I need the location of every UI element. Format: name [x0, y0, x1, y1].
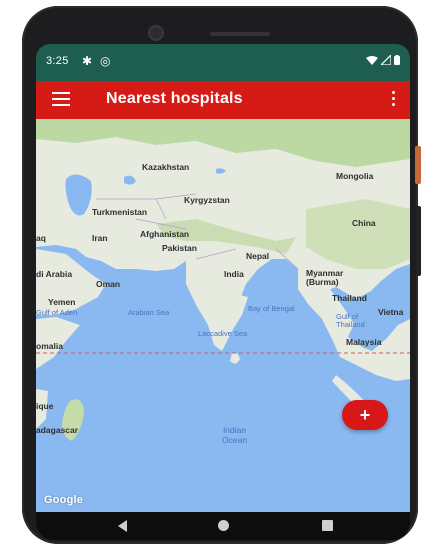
map-label-kazakhstan: Kazakhstan	[142, 162, 190, 172]
map-label-vietnam: Vietna	[378, 307, 404, 317]
map-label-gulf-of-aden: Gulf of Aden	[36, 308, 78, 317]
screen: 3:25 ✱ ◎ Nearest hospitals Kazakhstan Mo…	[0, 0, 431, 547]
map-label-thailand: Thailand	[332, 293, 367, 303]
map-label-laccadive-sea: Laccadive Sea	[198, 329, 248, 338]
google-attribution-logo[interactable]: Google	[44, 494, 83, 506]
recents-square-icon[interactable]	[322, 520, 333, 531]
phone-display: 3:25 ✱ ◎ Nearest hospitals Kazakhstan Mo…	[36, 44, 410, 512]
map-label-bay-of-bengal: Bay of Bengal	[248, 304, 295, 313]
volume-button	[416, 206, 421, 276]
map-label-arabian-sea: Arabian Sea	[128, 308, 170, 317]
status-bar: 3:25 ✱ ◎	[36, 44, 410, 81]
map-label-afghanistan: Afghanistan	[140, 229, 190, 239]
status-time: 3:25	[46, 55, 69, 67]
map-label-mongolia: Mongolia	[336, 171, 374, 181]
map-view[interactable]: Kazakhstan Mongolia Kyrgyzstan Turkmenis…	[36, 119, 410, 512]
map-label-iran: Iran	[92, 233, 108, 243]
land-sri-lanka	[230, 352, 240, 364]
map-label-turkmenistan: Turkmenistan	[92, 207, 148, 217]
map-label-somalia: omalia	[36, 341, 63, 351]
map-label-oman: Oman	[96, 279, 121, 289]
map-label-saudi-arabia: di Arabia	[36, 269, 73, 279]
map-label-iraq: aq	[36, 233, 46, 243]
add-hospital-fab[interactable]: +	[342, 400, 388, 430]
map-label-china: China	[352, 218, 376, 228]
map-label-myanmar: Myanmar (Burma)	[306, 268, 344, 287]
gear-icon: ✱	[82, 54, 93, 68]
map-label-malaysia: Malaysia	[346, 337, 382, 347]
map-label-india: India	[224, 269, 244, 279]
power-button	[415, 146, 421, 184]
front-camera	[150, 27, 162, 39]
circle-at-icon: ◎	[100, 54, 111, 68]
map-label-kyrgyzstan: Kyrgyzstan	[184, 195, 230, 205]
page-title: Nearest hospitals	[106, 90, 243, 107]
battery-icon	[394, 55, 400, 65]
earpiece-speaker	[210, 32, 270, 36]
hamburger-menu-icon[interactable]	[52, 92, 70, 108]
system-navigation-bar	[36, 512, 410, 540]
map-label-madagascar: adagascar	[36, 425, 79, 435]
map-label-yemen: Yemen	[48, 297, 76, 307]
signal-icon	[381, 55, 391, 65]
back-triangle-icon[interactable]	[118, 520, 127, 532]
wifi-icon	[366, 56, 378, 65]
home-circle-icon[interactable]	[218, 520, 229, 531]
map-label-indian-ocean: Indian Ocean	[222, 425, 248, 445]
status-icons	[366, 55, 400, 65]
map-label-mozambique: ique	[36, 401, 54, 411]
more-vert-icon[interactable]	[388, 91, 398, 109]
app-bar: Nearest hospitals	[36, 81, 410, 119]
map-label-gulf-of-thailand: Gulf of Thailand	[336, 312, 365, 329]
map-label-pakistan: Pakistan	[162, 243, 197, 253]
map-label-nepal: Nepal	[246, 251, 270, 261]
